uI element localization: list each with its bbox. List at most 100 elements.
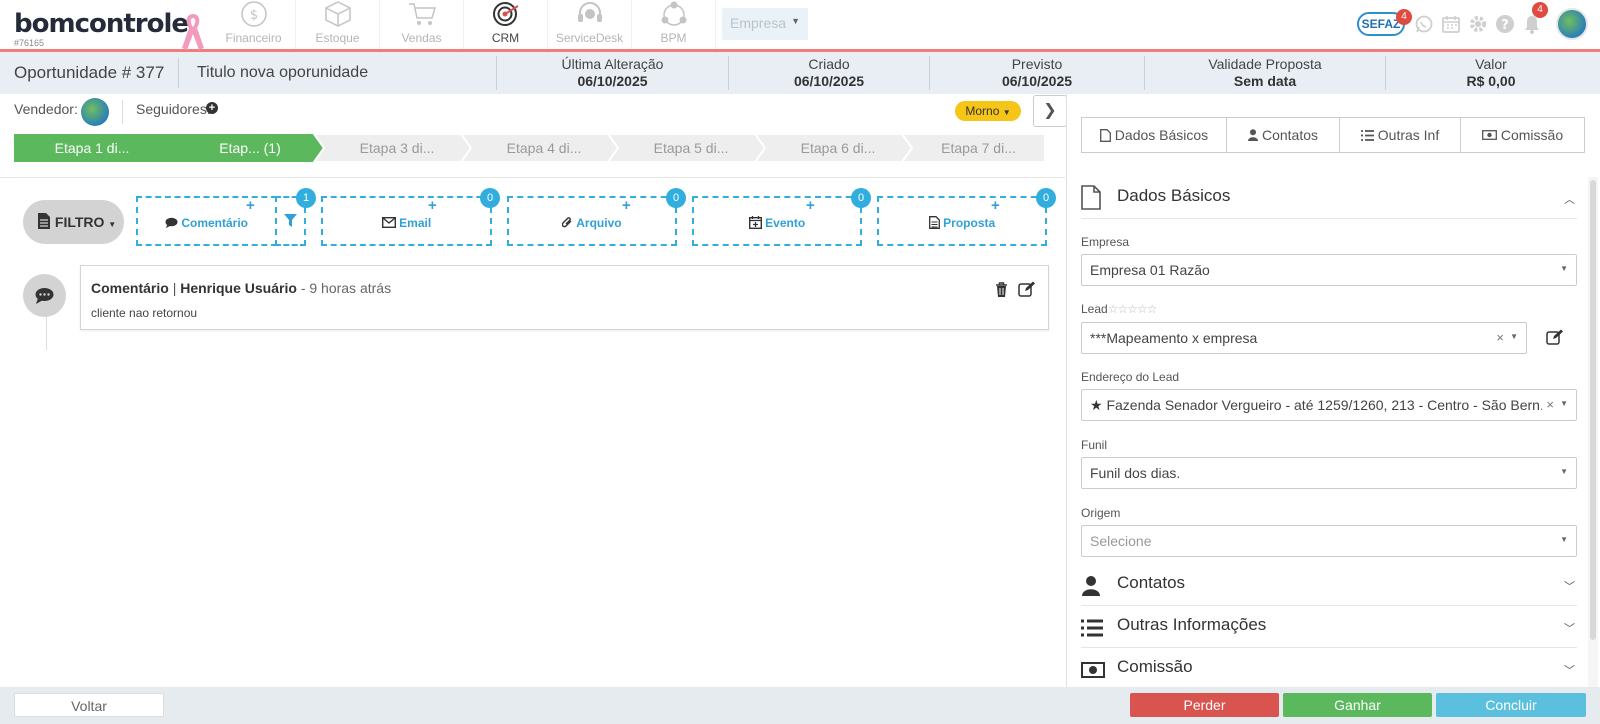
svg-text:?: ? (1501, 18, 1509, 33)
module-label: Financeiro (225, 31, 282, 45)
opportunity-title[interactable]: Titulo nova oporunidade (178, 58, 368, 88)
stage-6[interactable]: Etapa 6 di... (765, 134, 911, 162)
gear-icon[interactable] (1468, 14, 1488, 34)
detail-tabs: Dados Básicos Contatos Outras Inf Comiss… (1081, 117, 1587, 153)
stage-1[interactable]: Etapa 1 di... (14, 134, 170, 162)
file-count-badge: 0 (666, 188, 686, 208)
app-logo[interactable]: bomcontrole #76165 (14, 10, 189, 48)
module-financeiro[interactable]: $ Financeiro (212, 0, 296, 49)
action-label-wrap: Comentário (138, 216, 275, 230)
lose-button[interactable]: Perder (1130, 693, 1279, 717)
stage-7[interactable]: Etapa 7 di... (912, 134, 1045, 162)
temperature-badge[interactable]: Morno ▼ (955, 101, 1021, 121)
info-value: Sem data (1233, 73, 1297, 89)
trash-icon[interactable] (995, 282, 1008, 297)
stage-5[interactable]: Etapa 5 di... (618, 134, 764, 162)
top-navbar: bomcontrole #76165 $ Financeiro Estoque … (0, 0, 1600, 52)
process-icon (661, 1, 686, 26)
divider (122, 100, 123, 124)
clear-icon[interactable]: × (1496, 330, 1504, 345)
action-label-wrap: Arquivo (509, 216, 675, 230)
add-email-button[interactable]: + Email (321, 196, 492, 246)
lead-select[interactable]: ***Mapeamento x empresa × ▼ (1081, 322, 1527, 354)
tab-dados-basicos[interactable]: Dados Básicos (1081, 117, 1227, 153)
add-file-button[interactable]: + Arquivo (507, 196, 677, 246)
field-label-origem: Origem (1081, 506, 1121, 520)
add-proposal-button[interactable]: + Proposta (877, 196, 1047, 246)
back-button[interactable]: Voltar (14, 693, 164, 717)
action-label-wrap: Email (323, 216, 490, 230)
clear-icon[interactable]: × (1542, 397, 1554, 412)
seller-label: Vendedor: (14, 101, 78, 117)
module-estoque[interactable]: Estoque (296, 0, 380, 49)
toggle-panel-button[interactable]: ❯ (1033, 95, 1067, 127)
section-title: Comissão (1117, 657, 1193, 676)
company-select[interactable]: Empresa ▼ (722, 8, 808, 40)
edit-icon[interactable] (1018, 281, 1035, 297)
action-label: Comentário (181, 216, 249, 230)
field-label-endereco: Endereço do Lead (1081, 370, 1180, 384)
origem-placeholder: Selecione (1090, 533, 1152, 549)
timeline-comment-marker (23, 274, 66, 317)
info-label: Última Alteração (561, 56, 664, 72)
funil-value: Funil dos dias. (1090, 465, 1181, 481)
section-contatos-header[interactable]: Contatos ﹀ (1081, 564, 1577, 606)
panel-scrollbar-thumb[interactable] (1590, 180, 1596, 640)
action-label: Proposta (943, 216, 996, 230)
origem-select[interactable]: Selecione ▼ (1081, 525, 1577, 557)
endereco-select[interactable]: ★ Fazenda Senador Vergueiro - até 1259/1… (1081, 389, 1577, 421)
chevron-right-icon: ❯ (1043, 102, 1057, 119)
comment-icon (165, 217, 178, 228)
email-count-badge: 0 (480, 188, 500, 208)
module-label: CRM (491, 31, 520, 45)
stage-2[interactable]: Etap... (1) (177, 134, 323, 162)
tab-contatos[interactable]: Contatos (1226, 117, 1340, 153)
caret-down-icon: ▼ (108, 220, 117, 229)
sefaz-label: SEFAZ (1361, 17, 1401, 31)
caret-down-icon: ▼ (1560, 264, 1568, 273)
file-icon (1099, 128, 1111, 142)
section-outras-informacoes-header[interactable]: Outras Informações ﹀ (1081, 606, 1577, 648)
user-icon (1082, 576, 1100, 596)
user-avatar[interactable] (1556, 8, 1588, 40)
module-servicedesk[interactable]: ServiceDesk (548, 0, 632, 49)
lead-label: Lead (1081, 302, 1108, 316)
calendar-icon[interactable] (1441, 14, 1461, 34)
module-label: BPM (660, 31, 687, 45)
caret-down-icon: ▼ (1560, 467, 1568, 476)
notifications-badge: 4 (1532, 2, 1548, 18)
filter-button[interactable]: FILTRO ▼ (23, 200, 124, 244)
section-comissao-header[interactable]: Comissão ﹀ (1081, 648, 1577, 687)
action-label: Email (399, 216, 432, 230)
module-vendas[interactable]: Vendas (380, 0, 464, 49)
field-label-funil: Funil (1081, 438, 1108, 452)
funil-select[interactable]: Funil dos dias. ▼ (1081, 457, 1577, 489)
info-last-update: Última Alteração 06/10/2025 (496, 56, 728, 90)
module-crm[interactable]: CRM (464, 0, 548, 49)
timeline-item-header: Comentário | Henrique Usuário - 9 horas … (91, 280, 391, 296)
help-icon[interactable]: ? (1495, 14, 1515, 34)
finish-button[interactable]: Concluir (1436, 693, 1586, 717)
lead-rating-stars[interactable]: ☆☆☆☆☆ (1108, 302, 1158, 316)
tab-label: Comissão (1500, 127, 1564, 143)
whatsapp-icon[interactable] (1414, 14, 1434, 34)
edit-icon[interactable] (1546, 329, 1563, 345)
stage-4[interactable]: Etapa 4 di... (471, 134, 617, 162)
info-created: Criado 06/10/2025 (728, 56, 929, 90)
paperclip-icon (562, 217, 572, 228)
win-button[interactable]: Ganhar (1283, 693, 1432, 717)
add-event-button[interactable]: + Evento (692, 196, 862, 246)
opportunity-info-bar: Oportunidade # 377 Titulo nova oporunida… (0, 52, 1600, 94)
stage-3[interactable]: Etapa 3 di... (324, 134, 470, 162)
tab-outras-inf[interactable]: Outras Inf (1339, 117, 1461, 153)
chevron-down-icon: ▼ (791, 16, 800, 26)
section-dados-basicos-header[interactable]: Dados Básicos ︿ (1081, 177, 1577, 219)
star-icon: ★ (1090, 397, 1103, 413)
add-follower-icon[interactable]: + (206, 102, 218, 114)
filter-label: FILTRO (54, 214, 105, 230)
seller-avatar[interactable] (81, 98, 109, 126)
add-comment-button[interactable]: + Comentário (136, 196, 277, 246)
empresa-select[interactable]: Empresa 01 Razão ▼ (1081, 254, 1577, 286)
tab-comissao[interactable]: Comissão (1460, 117, 1585, 153)
module-bpm[interactable]: BPM (632, 0, 716, 49)
